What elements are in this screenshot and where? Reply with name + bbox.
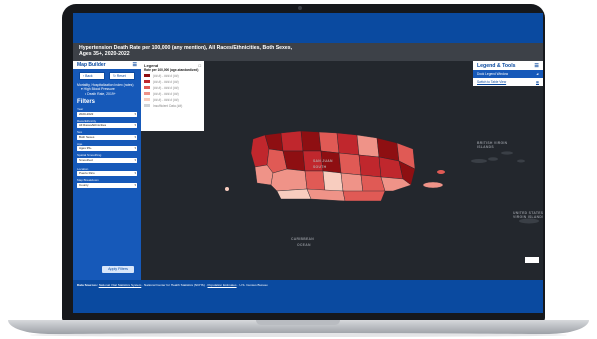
region-center-1 [280,130,304,152]
filter-breakdown: Map Breakdown County ▾ [77,178,137,188]
map-scale-bar [525,257,539,263]
table-icon: ▦ [535,80,539,84]
filter-location: Location Puerto Rico ▾ [77,166,137,177]
title-line-2: Ages 35+, 2020-2022 [79,51,130,57]
filter-smoothing: Spatial Smoothing Smoothed ▾ [77,153,137,163]
map-builder-title: Map Builder [77,62,106,68]
laptop-shadow [30,333,567,337]
dock-icon: ▰ [536,72,539,76]
laptop-notch [256,320,340,325]
region-east-3 [338,152,362,176]
chevron-down-icon: ▾ [134,146,136,151]
filter-sex: Sex Both Sexes ▾ [77,130,137,140]
switch-table-view-link[interactable]: Switch to Table View ▦ [473,78,543,86]
region-south-4 [276,188,312,200]
expand-icon[interactable]: □ [199,63,201,68]
app-screen: Hypertension Death Rate per 100,000 (any… [73,13,543,313]
back-arrow-icon: ‹ [83,74,85,78]
region-center-2 [300,130,322,152]
culebra-island [437,170,445,174]
footer: Data Sources: National Vital Statistics … [73,280,543,313]
back-button[interactable]: ‹ Back [79,72,105,80]
map-builder-panel: Map Builder ☰ ‹ Back ↻ Reset Mortality, … [73,61,141,280]
legend-tools-panel: Legend & Tools ☰ Dock Legend Window ▰ Sw… [473,61,543,101]
chevron-down-icon: ▾ [134,134,136,139]
dock-legend-button[interactable]: Dock Legend Window ▰ [473,70,543,78]
map-label-south: SOUTH [313,165,327,169]
chevron-down-icon: ▾ [134,171,136,176]
filter-age: Age Ages 35+ ▾ [77,141,137,152]
page-title: Hypertension Death Rate per 100,000 (any… [73,43,543,61]
region-east-2 [356,134,380,158]
source-link[interactable]: Population Estimates [207,283,236,287]
data-sources: Data Sources: National Vital Statistics … [77,283,268,287]
legend-tools-header: Legend & Tools ☰ [473,61,543,70]
region-east-1 [336,132,360,156]
filter-year: Year 2020-2022 ▾ [77,107,137,117]
map-canvas[interactable]: SAN JUAN SOUTH BRITISH VIRGIN ISLANDS UN… [141,61,543,280]
chevron-down-icon: ▾ [134,123,136,128]
legend-item: Insufficient Data (##) [141,103,204,109]
location-select[interactable]: Puerto Rico ▾ [77,171,137,177]
region-south-3 [322,170,344,192]
filters-heading: Filters [77,99,96,106]
app-header [73,13,543,43]
source-text: National Center for Health Statistics (N… [144,283,205,287]
chevron-down-icon: ▾ [134,182,136,187]
region-south-2 [304,170,326,192]
smoothing-select[interactable]: Smoothed ▾ [77,157,137,163]
region-south-6 [342,190,386,202]
year-select[interactable]: 2020-2022 ▾ [77,111,137,117]
region-east-4 [358,154,382,178]
region-center-5 [318,131,340,154]
mona-island [225,187,229,191]
menu-icon[interactable]: ☰ [534,63,539,69]
region-east-5 [340,172,364,194]
map-label-san-juan: SAN JUAN [313,159,333,163]
webcam-icon [298,6,302,10]
map-label-ocean: OCEAN [297,243,311,247]
map-builder-header: Map Builder ☰ [73,61,141,69]
breakdown-select[interactable]: County ▾ [77,182,137,188]
source-link[interactable]: National Vital Statistics System [99,283,142,287]
race-select[interactable]: All Races/Ethnicities ▾ [77,123,137,129]
region-south-1 [270,168,308,192]
chevron-down-icon: ▾ [134,157,136,162]
reset-button[interactable]: ↻ Reset [109,72,135,80]
vieques-island [422,181,444,189]
age-select[interactable]: Ages 35+ ▾ [77,146,137,152]
map-label-usvi: UNITED STATES VIRGIN ISLANDS [513,211,543,219]
puerto-rico-municipalities[interactable] [250,130,416,202]
indicator-tree: Mortality, Hospitalization Index (rates)… [73,83,141,96]
apply-filters-button[interactable]: Apply Filters [102,266,134,273]
region-south-5 [306,188,346,202]
menu-icon[interactable]: ☰ [133,62,137,68]
reset-icon: ↻ [113,74,116,78]
legend-panel: Legend □ Rate per 100,000 (age-standardi… [141,61,204,131]
map-label-bvi: BRITISH VIRGIN ISLANDS [477,141,508,149]
chevron-down-icon: ▾ [134,111,136,116]
map-label-caribbean: CARIBBEAN [291,237,315,241]
legend-subtitle: Rate per 100,000 (age-standardized) [144,68,199,72]
filter-race: Race/Ethnicity All Races/Ethnicities ▾ [77,118,137,129]
sex-select[interactable]: Both Sexes ▾ [77,134,137,140]
source-text: U.S. Census Bureau [239,283,268,287]
